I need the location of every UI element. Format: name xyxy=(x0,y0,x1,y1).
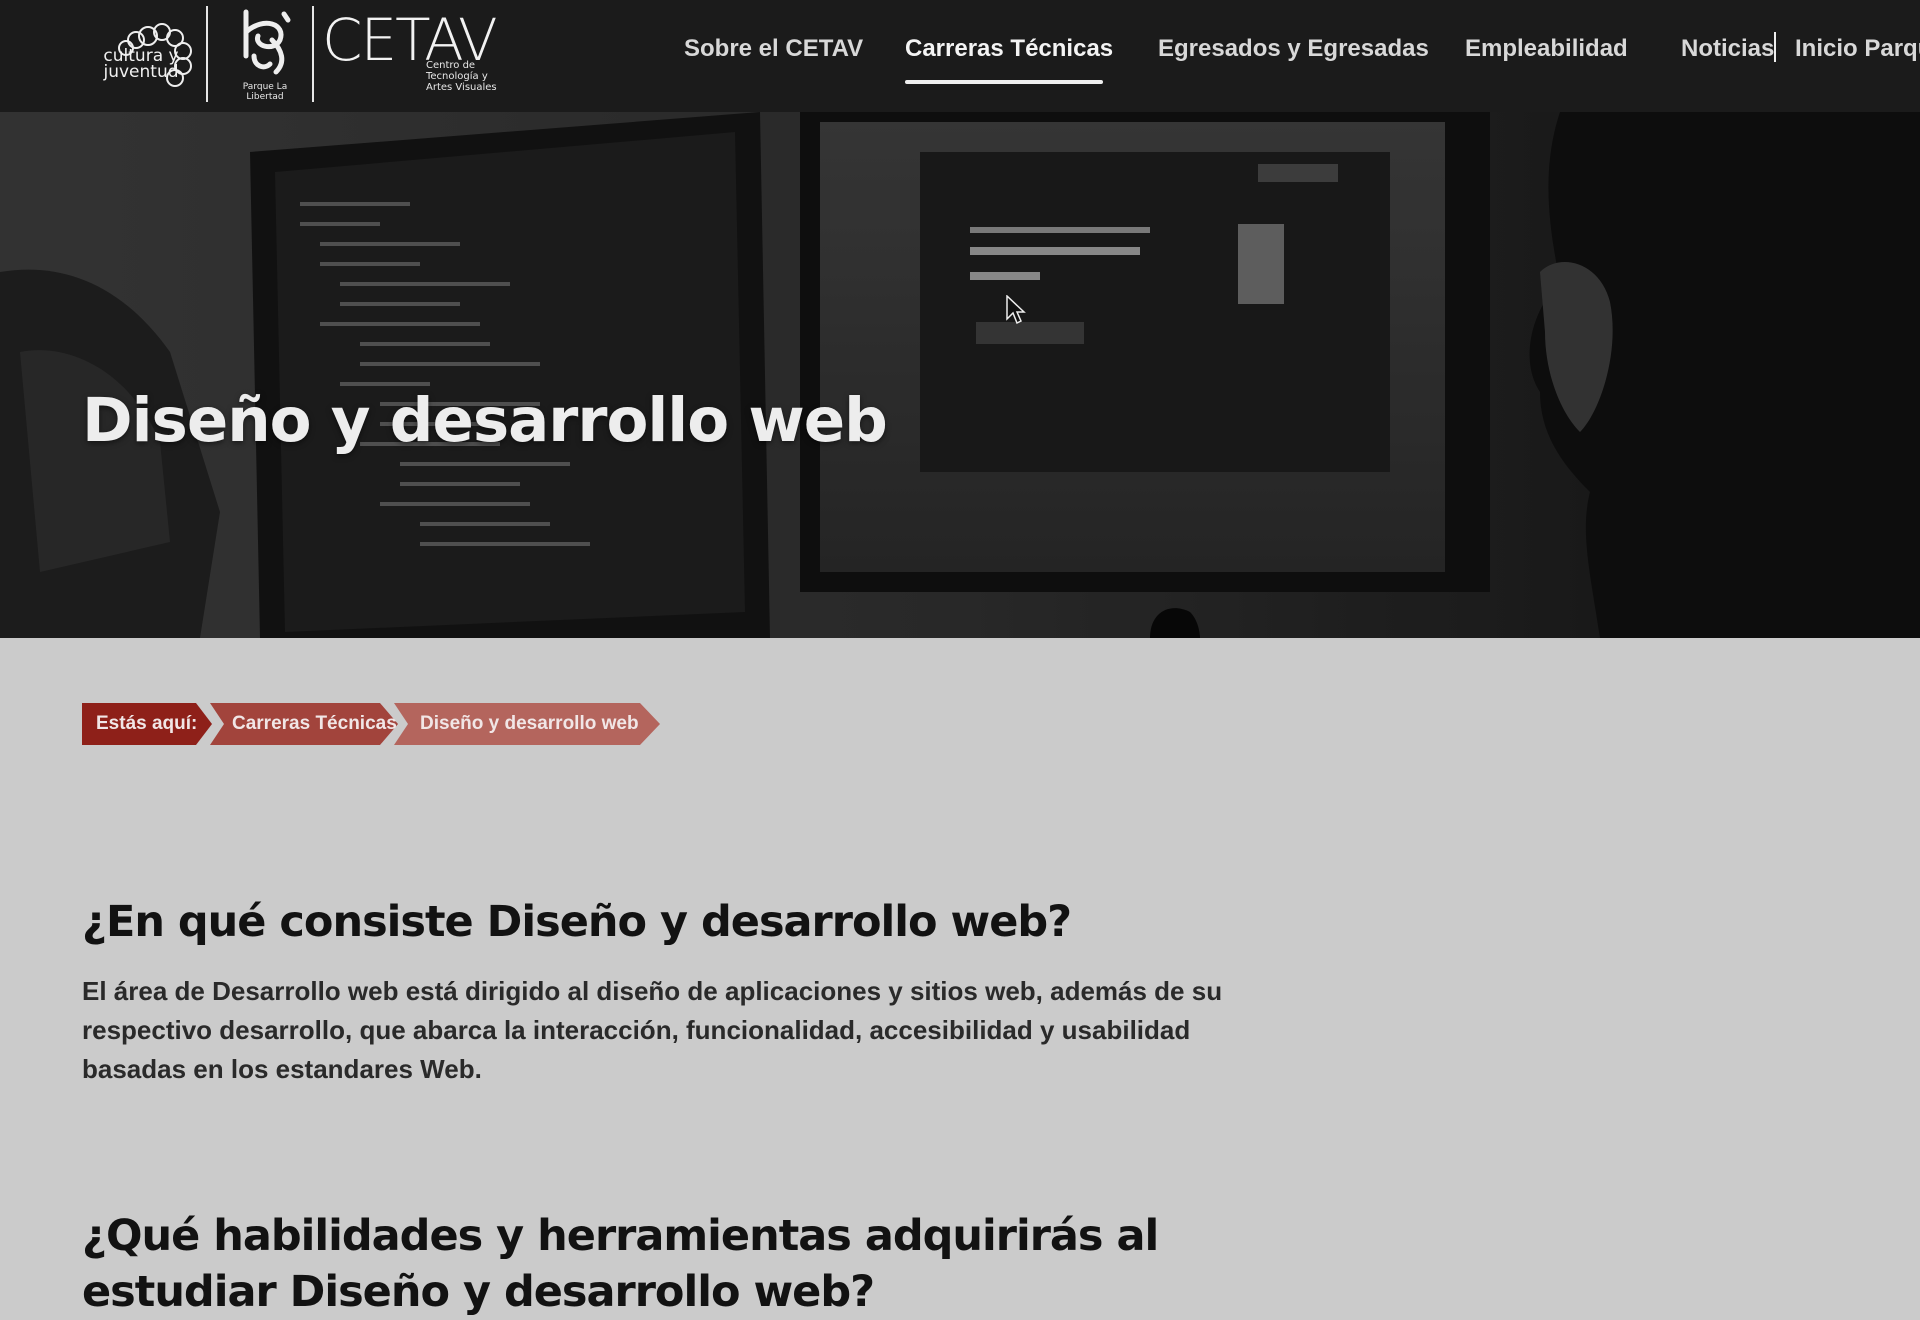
hero-background-photo xyxy=(0,112,1920,638)
mouse-pointer-icon xyxy=(1006,295,1026,325)
nav-egresados[interactable]: Egresados y Egresadas xyxy=(1158,34,1429,68)
breadcrumb-label-text: Estás aquí: xyxy=(96,713,198,734)
breadcrumb-label: Estás aquí: xyxy=(82,703,212,745)
site-header: cultura y juventud Parque La Libertad CE… xyxy=(0,0,1920,112)
active-nav-underline xyxy=(905,80,1103,84)
breadcrumb-item-text: Carreras Técnicas xyxy=(232,713,397,734)
nav-noticias[interactable]: Noticias xyxy=(1681,34,1774,68)
section-paragraph: El área de Desarrollo web está dirigido … xyxy=(82,976,1223,1084)
nav-sobre-cetav[interactable]: Sobre el CETAV xyxy=(684,34,863,68)
hero-banner: Diseño y desarrollo web xyxy=(0,112,1920,638)
page-title: Diseño y desarrollo web xyxy=(82,384,888,456)
nav-carreras-tecnicas[interactable]: Carreras Técnicas xyxy=(905,34,1113,68)
breadcrumb-item-carreras[interactable]: Carreras Técnicas xyxy=(210,703,398,745)
breadcrumb-item-current[interactable]: Diseño y desarrollo web xyxy=(394,703,660,745)
section-heading: ¿En qué consiste Diseño y desarrollo web… xyxy=(82,896,1072,947)
text-caret xyxy=(1774,32,1776,62)
main-nav: Sobre el CETAV Carreras Técnicas Egresad… xyxy=(0,0,1920,112)
nav-inicio-parque[interactable]: Inicio Parque xyxy=(1795,34,1920,68)
section-heading: ¿Qué habilidades y herramientas adquirir… xyxy=(82,1210,1159,1317)
breadcrumb-item-text: Diseño y desarrollo web xyxy=(420,713,639,734)
nav-empleabilidad[interactable]: Empleabilidad xyxy=(1465,34,1628,68)
